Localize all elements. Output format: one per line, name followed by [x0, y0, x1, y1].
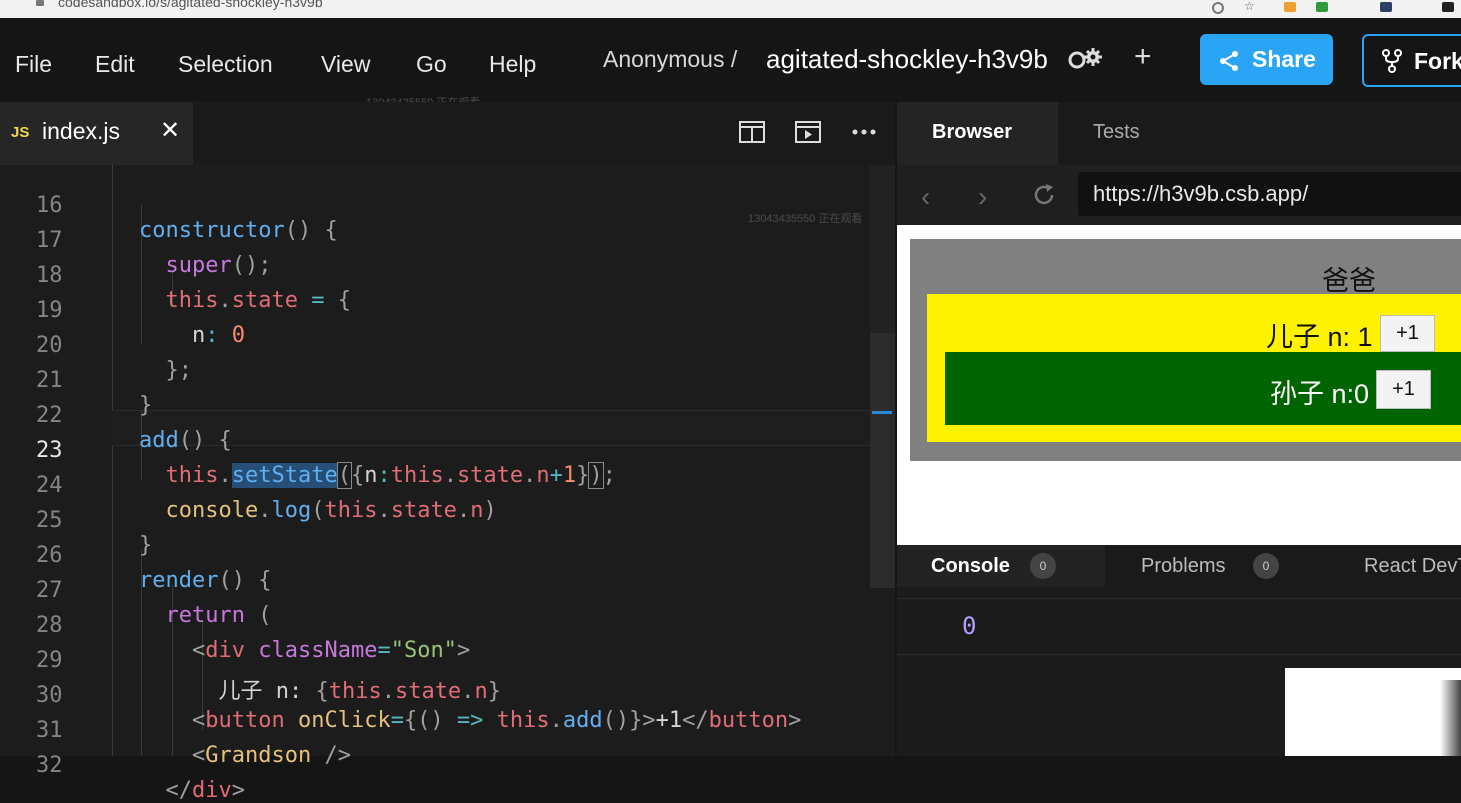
grandson-label: 孙子 n:0: [1270, 379, 1370, 409]
grandson-increment-button[interactable]: +1: [1376, 370, 1431, 409]
code-line: 25 }: [36, 508, 153, 558]
divider: [897, 598, 1461, 599]
fork-button[interactable]: Fork: [1362, 34, 1461, 87]
extension-icon[interactable]: [1284, 2, 1296, 12]
divider: [897, 654, 1461, 655]
tab-react-devtools[interactable]: React DevTools: [1364, 555, 1461, 578]
tab-problems[interactable]: Problems: [1141, 555, 1225, 578]
code-line: 24 console.log(this.state.n): [36, 473, 497, 523]
son-label: 儿子 n: 1: [1266, 322, 1373, 352]
tab-tests[interactable]: Tests: [1093, 121, 1140, 144]
webcam-person: [1440, 680, 1461, 756]
son-increment-button[interactable]: +1: [1380, 315, 1435, 352]
code-line: 19 n: 0: [36, 298, 245, 348]
share-icon: [1220, 51, 1238, 71]
refresh-icon[interactable]: [1031, 182, 1057, 213]
close-icon[interactable]: ✕: [160, 116, 180, 145]
console-count-badge: 0: [1030, 553, 1056, 579]
project-name[interactable]: agitated-shockley-h3v9b: [766, 44, 1048, 75]
share-label: Share: [1252, 46, 1316, 72]
code-line: 32 </div>: [36, 753, 245, 803]
code-line: 23 this.setState({n:this.state.n+1});: [36, 438, 616, 489]
code-line: 26 render() {: [36, 543, 272, 593]
code-line: 20 };: [36, 333, 192, 383]
browser-address[interactable]: codesandbox.io/s/agitated-shockley-h3v9b: [58, 0, 323, 10]
gear-icon[interactable]: [1067, 46, 1105, 77]
tab-browser-label[interactable]: Browser: [932, 121, 1012, 144]
project-owner[interactable]: Anonymous /: [603, 46, 737, 73]
extension-icon[interactable]: [1380, 2, 1392, 12]
more-options-icon[interactable]: [851, 124, 877, 142]
code-line: 21 }: [36, 368, 153, 418]
webcam-overlay: [1285, 668, 1461, 756]
menu-file[interactable]: File: [15, 51, 52, 78]
search-icon[interactable]: [1212, 2, 1224, 14]
tab-console-label[interactable]: Console: [931, 555, 1010, 578]
menu-edit[interactable]: Edit: [95, 51, 135, 78]
back-icon[interactable]: ‹: [921, 181, 930, 213]
plus-icon[interactable]: +: [1134, 40, 1152, 74]
url-text[interactable]: https://h3v9b.csb.app/: [1093, 181, 1308, 207]
code-line: 17 super();: [36, 228, 272, 278]
fork-icon: [1382, 49, 1402, 73]
lock-icon: [36, 0, 44, 6]
code-line: 31 <Grandson />: [36, 718, 351, 768]
share-button[interactable]: Share: [1200, 34, 1333, 85]
code-line: 22 add() {: [36, 403, 232, 453]
menu-go[interactable]: Go: [416, 51, 447, 78]
code-line: 16 constructor() {: [36, 193, 338, 243]
menu-help[interactable]: Help: [489, 51, 536, 78]
code-line: 30 <button onClick={() => this.add()}>+1…: [36, 683, 802, 733]
code-line: 18 this.state = {: [36, 263, 351, 313]
code-line: 28 <div className="Son">: [36, 613, 471, 663]
console-log-value: 0: [962, 612, 977, 640]
code-line: 27 return (: [36, 578, 272, 628]
preview-icon[interactable]: [795, 121, 821, 148]
split-editor-icon[interactable]: [739, 121, 765, 148]
line-number: 32: [36, 753, 63, 778]
menu-view[interactable]: View: [321, 51, 370, 78]
extension-icon[interactable]: [1316, 2, 1328, 12]
scrollbar-thumb[interactable]: [870, 333, 895, 588]
extension-icon[interactable]: [1442, 2, 1454, 12]
menu-selection[interactable]: Selection: [178, 51, 273, 78]
fork-label: Fork: [1414, 48, 1461, 74]
cursor-marker: [872, 411, 892, 414]
star-icon[interactable]: ☆: [1244, 0, 1256, 13]
forward-icon[interactable]: ›: [978, 181, 987, 213]
dad-label: 爸爸: [1322, 266, 1376, 296]
problems-count-badge: 0: [1253, 553, 1279, 579]
tab-filename[interactable]: index.js: [42, 118, 120, 145]
code-line: 29 儿子 n: {this.state.n}: [36, 648, 501, 704]
browser-chrome-bar: codesandbox.io/s/agitated-shockley-h3v9b…: [0, 0, 1461, 19]
js-file-icon: JS: [11, 124, 30, 141]
